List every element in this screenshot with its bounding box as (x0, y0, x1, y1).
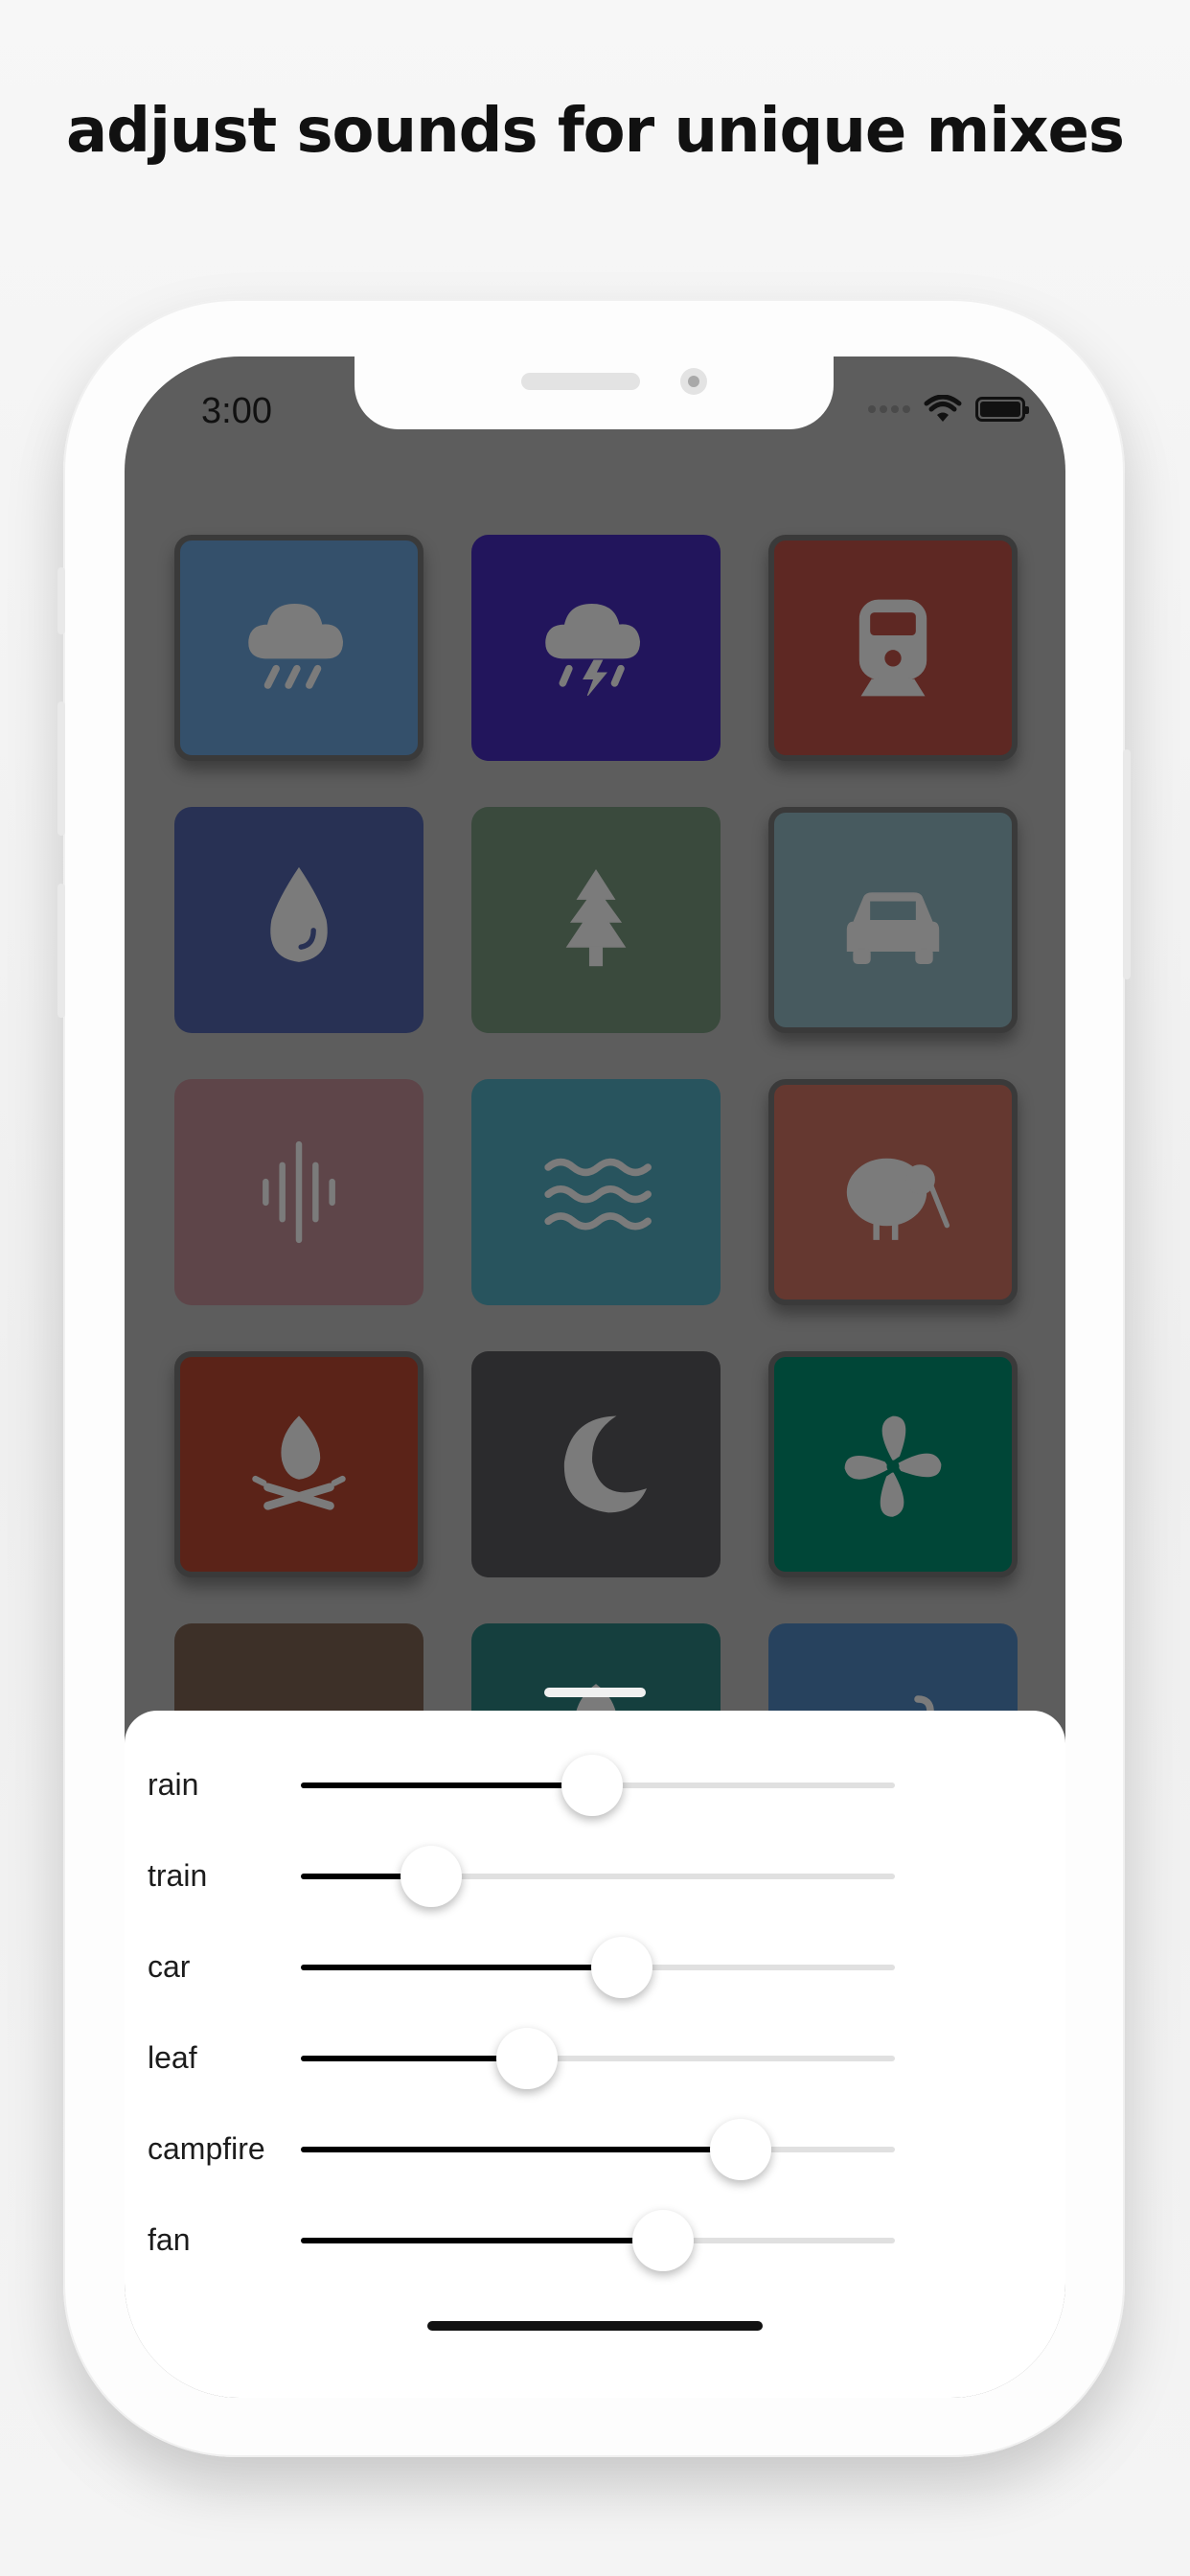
volume-slider-campfire[interactable] (301, 2119, 895, 2180)
slider-fill (301, 1965, 622, 1970)
sound-tile-kiwi-bird[interactable] (768, 1079, 1018, 1305)
volume-slider-fan[interactable] (301, 2210, 895, 2271)
volume-slider-rain[interactable] (301, 1755, 895, 1816)
slider-thumb[interactable] (590, 1937, 652, 1998)
slider-thumb[interactable] (400, 1846, 463, 1907)
status-icons (868, 395, 1029, 424)
volume-slider-leaf[interactable] (301, 2028, 895, 2089)
sound-wave-icon (263, 1140, 335, 1244)
slider-thumb[interactable] (709, 2119, 771, 2180)
slider-thumb[interactable] (495, 2028, 558, 2089)
slider-fill (301, 2056, 527, 2061)
phone-frame: 3:00 rain train car leaf campfire fan (57, 299, 1131, 2457)
wifi-icon (924, 395, 962, 422)
speaker (521, 373, 640, 390)
volume-up-button (57, 702, 65, 836)
slider-fill (301, 2147, 741, 2152)
kiwi-bird-icon (846, 1158, 950, 1240)
sheet-grabber[interactable] (544, 1688, 646, 1697)
fan-icon (844, 1415, 942, 1517)
slider-label: car (148, 1949, 191, 1984)
front-camera (680, 368, 707, 395)
slider-row-train: train (148, 1843, 1048, 1910)
battery-icon (975, 397, 1029, 422)
rain-cloud-icon (248, 603, 344, 689)
thunderstorm-icon (545, 603, 641, 697)
slider-label: campfire (148, 2131, 265, 2166)
volume-slider-car[interactable] (301, 1937, 895, 1998)
status-time: 3:00 (201, 391, 272, 431)
sound-tile-campfire[interactable] (174, 1351, 423, 1577)
volume-down-button (57, 884, 65, 1018)
volume-slider-train[interactable] (301, 1846, 895, 1907)
slider-row-rain: rain (148, 1752, 1048, 1819)
headline: adjust sounds for unique mixes (65, 96, 1125, 167)
slider-thumb[interactable] (561, 1755, 623, 1816)
mixer-sheet: rain train car leaf campfire fan (125, 1688, 1065, 2398)
sound-tile-train[interactable] (768, 535, 1018, 761)
campfire-icon (252, 1415, 346, 1510)
slider-thumb[interactable] (632, 2210, 695, 2271)
water-drop-icon (270, 866, 328, 962)
waves-icon (544, 1158, 652, 1230)
notch (355, 356, 834, 429)
slider-row-campfire: campfire (148, 2116, 1048, 2183)
sound-tile-sound-wave[interactable] (174, 1079, 423, 1305)
power-button (1123, 749, 1131, 979)
slider-label: train (148, 1858, 208, 1893)
train-icon (858, 599, 927, 697)
sound-tile-pine-tree[interactable] (471, 807, 721, 1033)
slider-row-car: car (148, 1934, 1048, 2001)
sound-tile-fan[interactable] (768, 1351, 1018, 1577)
app-screen: 3:00 rain train car leaf campfire fan (125, 356, 1065, 2398)
sound-tile-moon[interactable] (471, 1351, 721, 1577)
slider-row-leaf: leaf (148, 2025, 1048, 2092)
home-indicator[interactable] (427, 2321, 763, 2331)
moon-icon (563, 1415, 647, 1513)
car-icon (846, 892, 940, 965)
slider-label: fan (148, 2222, 191, 2257)
slider-fill (301, 1782, 592, 1788)
sound-tile-waves[interactable] (471, 1079, 721, 1305)
slider-row-fan: fan (148, 2207, 1048, 2274)
cellular-signal-icon (868, 405, 910, 413)
slider-fill (301, 2238, 664, 2243)
pine-tree-icon (565, 868, 627, 967)
sound-tile-rain-cloud[interactable] (174, 535, 423, 761)
slider-label: leaf (148, 2040, 197, 2075)
sound-tile-thunderstorm[interactable] (471, 535, 721, 761)
sound-tile-water-drop[interactable] (174, 807, 423, 1033)
mute-switch (57, 567, 65, 634)
slider-label: rain (148, 1767, 199, 1802)
sound-tile-car[interactable] (768, 807, 1018, 1033)
